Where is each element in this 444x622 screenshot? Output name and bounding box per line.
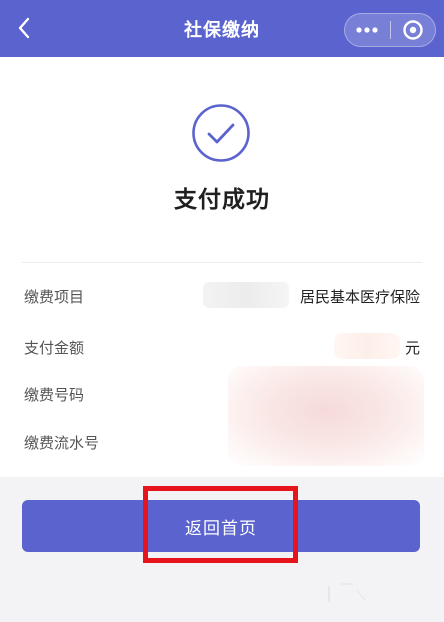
detail-value: 元 <box>404 339 420 357</box>
annotation-highlight-box <box>143 486 298 563</box>
more-button[interactable] <box>345 13 390 47</box>
more-dots-icon <box>356 27 378 33</box>
faint-watermark-marks <box>328 583 366 602</box>
detail-row-item: 缴费项目 居民基本医疗保险 <box>24 286 420 310</box>
detail-label: 缴费号码 <box>24 386 85 404</box>
page-title: 社保缴纳 <box>184 19 260 41</box>
back-button[interactable] <box>10 14 38 42</box>
top-nav-bar: 社保缴纳 <box>0 0 444 57</box>
payment-result-page: 社保缴纳 支付成功 缴费项目 居民基本医疗保险 支付金额 元 缴费号码 缴费流水… <box>0 0 444 622</box>
mini-program-capsule <box>344 13 436 47</box>
detail-row-amount: 支付金额 元 <box>24 337 420 361</box>
check-circle-icon <box>192 104 250 162</box>
detail-value: 居民基本医疗保险 <box>299 288 420 306</box>
detail-label: 缴费项目 <box>24 288 85 306</box>
target-circle-icon <box>403 20 423 40</box>
detail-row-serial-number: 缴费流水号 <box>24 432 420 456</box>
detail-label: 支付金额 <box>24 339 85 357</box>
payment-status-text: 支付成功 <box>174 187 270 213</box>
divider <box>22 262 422 263</box>
detail-row-payment-number: 缴费号码 <box>24 384 420 408</box>
chevron-left-icon <box>18 17 30 39</box>
close-button[interactable] <box>390 13 435 47</box>
detail-label: 缴费流水号 <box>24 434 100 452</box>
